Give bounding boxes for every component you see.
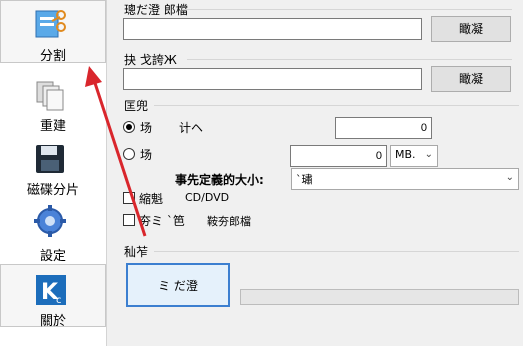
option2-label: 场	[140, 148, 153, 162]
sidebar-item-label: 磁碟分片	[26, 183, 79, 198]
svg-text:c: c	[56, 295, 62, 306]
unit-select[interactable]: MB. ⌄	[390, 145, 438, 167]
dest-browse-button[interactable]: 瞰凝	[431, 66, 511, 92]
check2-suffix: 鞍夯郎檔	[207, 215, 251, 228]
check2-label: 夯ミ `笆	[139, 214, 185, 228]
rebuild-pages-icon	[33, 78, 67, 112]
sidebar-item-label: 設定	[39, 249, 66, 264]
check1-label: 縮魁	[139, 192, 164, 206]
split-button[interactable]: ミ だ澄	[126, 263, 230, 307]
source-group-label: 璁だ澄 郎檔	[124, 3, 188, 17]
action-group-label: 秈苲	[124, 245, 149, 259]
options-group-label: 匡兜	[124, 99, 149, 113]
progress-bar	[240, 289, 519, 305]
chevron-down-icon: ⌄	[505, 172, 514, 183]
split-file-icon	[34, 7, 68, 41]
main-panel: 璁だ澄 郎檔 瞰凝 抉 戈誇Ж 瞰凝 匡兜 场 计ヘ 场 MB. ⌄ 事先定義的…	[107, 0, 523, 346]
source-browse-button[interactable]: 瞰凝	[431, 16, 511, 42]
dest-group-label: 抉 戈誇Ж	[124, 53, 177, 67]
preset-label: 事先定義的大小:	[175, 173, 264, 187]
gear-icon	[33, 204, 67, 238]
divider	[154, 251, 519, 252]
sidebar: 分割 重建 磁碟分片 設定 K c 關於	[0, 0, 107, 346]
divider	[154, 105, 519, 106]
cd-checkbox[interactable]	[123, 192, 135, 204]
batch-file-checkbox[interactable]	[123, 214, 135, 226]
sidebar-item-settings[interactable]: 設定	[0, 200, 106, 264]
preset-select[interactable]: `璛 ⌄	[291, 168, 519, 190]
option1-count-input[interactable]	[335, 117, 432, 139]
k-logo-icon: K c	[34, 273, 68, 307]
chevron-down-icon: ⌄	[424, 149, 433, 160]
sidebar-item-label: 分割	[39, 49, 66, 64]
option1-radio[interactable]	[123, 121, 135, 133]
sidebar-item-disk-split[interactable]: 磁碟分片	[0, 136, 106, 199]
option2-radio[interactable]	[123, 148, 135, 160]
option2-size-input[interactable]	[290, 145, 387, 167]
floppy-disk-icon	[33, 142, 67, 176]
preset-select-value: `璛	[296, 173, 313, 186]
check1-suffix: CD/DVD	[185, 191, 230, 204]
sidebar-item-about[interactable]: K c 關於	[0, 264, 106, 329]
source-file-input[interactable]	[123, 18, 422, 40]
sidebar-item-label: 關於	[39, 314, 66, 329]
sidebar-item-rebuild[interactable]: 重建	[0, 70, 106, 134]
divider	[182, 9, 512, 10]
unit-select-value: MB.	[395, 148, 416, 161]
sidebar-item-label: 重建	[39, 119, 66, 134]
dest-folder-input[interactable]	[123, 68, 422, 90]
sidebar-item-split[interactable]: 分割	[0, 0, 106, 64]
option1-label: 场	[140, 121, 153, 135]
option1-suffix: 计ヘ	[179, 121, 204, 135]
divider	[187, 59, 512, 60]
